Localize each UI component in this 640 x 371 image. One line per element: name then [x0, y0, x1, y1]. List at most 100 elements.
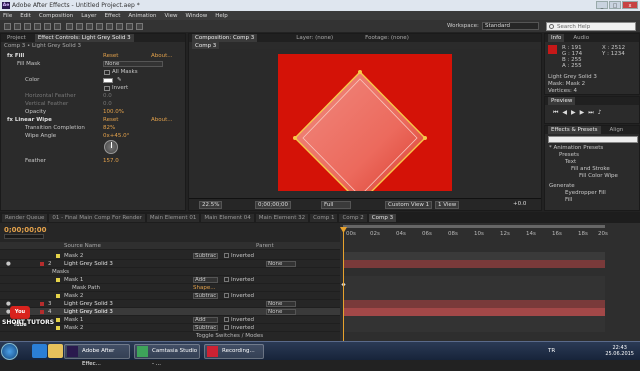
mask-mode-dropdown[interactable]: Add	[193, 317, 218, 323]
view-layout-dropdown[interactable]: 1 View	[435, 201, 460, 209]
workspace-dropdown[interactable]: Standard	[482, 22, 539, 30]
layer-duration-bar[interactable]	[343, 300, 605, 308]
timeline-search-input[interactable]	[4, 234, 44, 239]
transition-completion-value[interactable]: 82%	[103, 125, 115, 132]
all-masks-checkbox[interactable]	[104, 70, 110, 75]
exposure-value[interactable]: +0.0	[511, 201, 528, 209]
feather-value[interactable]: 157.0	[103, 158, 119, 165]
tab-align[interactable]: Align	[607, 126, 627, 134]
layer-name[interactable]: Mask 1	[64, 276, 83, 284]
taskbar-recording[interactable]: Recording...	[204, 344, 264, 359]
effects-search-input[interactable]	[548, 136, 638, 143]
clone-stamp-tool-icon[interactable]	[106, 23, 113, 30]
play-icon[interactable]: ▶	[571, 109, 580, 116]
layer-name[interactable]: Mask 2	[64, 292, 83, 300]
hand-tool-icon[interactable]	[14, 23, 21, 30]
camera-tool-icon[interactable]	[44, 23, 51, 30]
work-area-bar[interactable]	[343, 225, 605, 228]
pan-behind-tool-icon[interactable]	[54, 23, 61, 30]
layer-name[interactable]: Light Grey Solid 3	[64, 300, 113, 308]
tab-audio[interactable]: Audio	[570, 34, 592, 42]
zoom-dropdown[interactable]: 22.5%	[199, 201, 223, 209]
current-time-indicator[interactable]	[343, 229, 344, 341]
taskbar-camtasia[interactable]: Camtasia Studio - ...	[134, 344, 200, 367]
effects-item[interactable]: Eyedropper Fill	[565, 190, 606, 196]
layer-name[interactable]: Mask 2	[64, 324, 83, 332]
current-time[interactable]: 0;00;00;00	[4, 226, 47, 234]
masks-group[interactable]: Masks	[52, 268, 69, 276]
opacity-value[interactable]: 100.0%	[103, 109, 124, 116]
language-indicator[interactable]: TR	[548, 348, 555, 354]
fill-reset-link[interactable]: Reset	[103, 53, 118, 60]
rotate-tool-icon[interactable]	[34, 23, 41, 30]
comp-canvas[interactable]	[278, 54, 452, 204]
mask-path-shape-value[interactable]: Shape...	[193, 284, 215, 292]
menu-animation[interactable]: Animation	[128, 13, 156, 19]
horizontal-feather-value[interactable]: 0.0	[103, 93, 112, 100]
diamond-mask-shape[interactable]	[278, 54, 452, 204]
taskbar-after-effects[interactable]: Adobe After Effec...	[64, 344, 130, 367]
wipe-angle-value[interactable]: 0x+45.0°	[103, 133, 129, 140]
layer-name[interactable]: Light Grey Solid 3	[64, 308, 113, 316]
layer-name[interactable]: Mask 1	[64, 316, 83, 324]
inverted-checkbox[interactable]	[224, 293, 229, 298]
vertical-feather-value[interactable]: 0.0	[103, 101, 112, 108]
menu-composition[interactable]: Composition	[39, 13, 73, 19]
inverted-checkbox[interactable]	[224, 277, 229, 282]
tab-timeline-comp[interactable]: Main Element 04	[201, 213, 254, 222]
parent-dropdown[interactable]: None	[266, 261, 296, 267]
effects-item[interactable]: * Animation Presets	[549, 145, 603, 151]
menu-file[interactable]: File	[3, 13, 12, 19]
first-frame-icon[interactable]: ⏮	[553, 109, 562, 116]
tab-effects-presets[interactable]: Effects & Presets	[548, 126, 601, 134]
parent-dropdown[interactable]: None	[266, 301, 296, 307]
eraser-tool-icon[interactable]	[116, 23, 123, 30]
tab-timeline-comp[interactable]: Main Element 01	[146, 213, 200, 222]
brush-tool-icon[interactable]	[96, 23, 103, 30]
effects-item[interactable]: Text	[565, 159, 576, 165]
selection-tool-icon[interactable]	[4, 23, 11, 30]
tab-project[interactable]: Project	[4, 34, 29, 42]
toggle-switches-modes-button[interactable]: Toggle Switches / Modes	[196, 333, 263, 339]
color-swatch[interactable]	[103, 78, 113, 83]
layer-duration-bar[interactable]	[343, 308, 605, 316]
timecode-display[interactable]: 0;00;00;00	[255, 201, 292, 209]
search-help-input[interactable]: Search Help	[546, 22, 636, 31]
mask-path-label[interactable]: Mask Path	[72, 284, 100, 292]
text-tool-icon[interactable]	[86, 23, 93, 30]
effects-item[interactable]: Generate	[549, 183, 575, 189]
camera-view-dropdown[interactable]: Custom View 1	[385, 201, 433, 209]
tab-preview[interactable]: Preview	[548, 97, 576, 105]
linear-wipe-about-link[interactable]: About...	[151, 117, 173, 124]
pen-tool-icon[interactable]	[76, 23, 83, 30]
eyedropper-icon[interactable]: ✎	[117, 77, 122, 84]
layer-name[interactable]: Mask 2	[64, 252, 83, 260]
tab-render-queue[interactable]: Render Queue	[2, 213, 48, 222]
maximize-button[interactable]: □	[609, 1, 621, 9]
start-button[interactable]	[1, 343, 18, 360]
tab-timeline-comp[interactable]: Comp 1	[310, 213, 338, 222]
effects-item[interactable]: Fill Color Wipe	[579, 173, 618, 179]
tab-timeline-comp[interactable]: Main Element 32	[255, 213, 309, 222]
inverted-checkbox[interactable]	[224, 253, 229, 258]
composition-viewer[interactable]	[189, 49, 541, 204]
fill-mask-dropdown[interactable]: None	[103, 61, 163, 67]
system-clock[interactable]: 22:43 25.06.2015	[605, 345, 634, 357]
tab-layer[interactable]: Layer: (none)	[293, 34, 336, 42]
roto-brush-tool-icon[interactable]	[126, 23, 133, 30]
inverted-checkbox[interactable]	[224, 317, 229, 322]
parent-dropdown[interactable]: None	[266, 309, 296, 315]
last-frame-icon[interactable]: ⏭	[588, 109, 597, 116]
menu-window[interactable]: Window	[186, 13, 208, 19]
next-frame-icon[interactable]: ▶	[580, 109, 589, 116]
tab-effect-controls[interactable]: Effect Controls: Light Grey Solid 3	[34, 34, 134, 42]
resolution-dropdown[interactable]: Full	[321, 201, 351, 209]
linear-wipe-reset-link[interactable]: Reset	[103, 117, 118, 124]
layer-name[interactable]: Light Grey Solid 3	[64, 260, 113, 268]
tab-timeline-comp-3[interactable]: Comp 3	[368, 213, 397, 222]
zoom-tool-icon[interactable]	[24, 23, 31, 30]
eye-icon[interactable]: ●	[6, 260, 11, 268]
invert-checkbox[interactable]	[104, 86, 110, 91]
effects-item[interactable]: Fill	[565, 197, 572, 203]
rectangle-mask-tool-icon[interactable]	[66, 23, 73, 30]
